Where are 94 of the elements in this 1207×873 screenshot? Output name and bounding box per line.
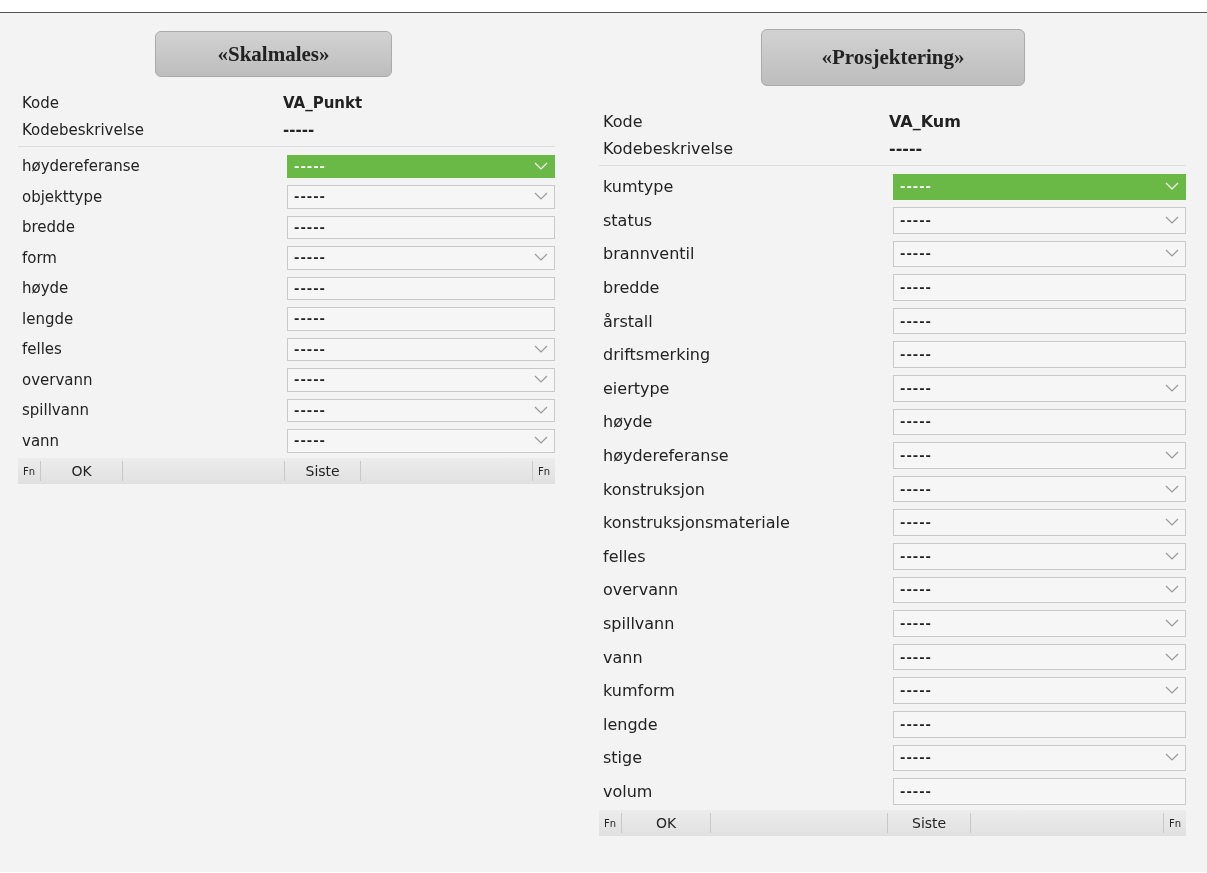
field-label: status <box>603 210 654 230</box>
chevron-down-icon <box>1165 551 1179 561</box>
field-label: spillvann <box>603 614 676 633</box>
code-label: Kode <box>21 93 61 112</box>
dropdown-field[interactable]: ----- <box>893 509 1186 537</box>
field-label: volum <box>603 782 654 801</box>
ok-button[interactable]: OK <box>622 815 711 832</box>
dropdown-field[interactable]: ----- <box>287 246 555 270</box>
title-button[interactable]: «Skalmales» <box>155 31 392 77</box>
input-field[interactable]: ----- <box>287 276 555 300</box>
field-label: eiertype <box>603 378 671 398</box>
chevron-down-icon <box>1165 753 1179 763</box>
chevron-down-icon <box>534 161 548 171</box>
fn-key[interactable]: Fn <box>18 465 41 477</box>
dropdown-field[interactable]: ----- <box>893 677 1186 704</box>
input-field[interactable]: ----- <box>893 341 1186 369</box>
field-label: felles <box>603 546 647 566</box>
field-label: vann <box>22 431 61 450</box>
code-label: Kode <box>602 112 644 131</box>
field-label: kumtype <box>603 177 675 197</box>
dropdown-field[interactable]: ----- <box>287 398 555 422</box>
chevron-down-icon <box>534 405 548 415</box>
description-value: ----- <box>889 139 923 158</box>
chevron-down-icon <box>1165 619 1179 628</box>
field-label: bredde <box>603 278 661 298</box>
chevron-down-icon <box>534 253 548 263</box>
chevron-down-icon <box>1165 518 1179 528</box>
chevron-down-icon <box>1165 484 1179 494</box>
chevron-down-icon <box>1165 585 1179 595</box>
dropdown-field[interactable]: ----- <box>893 442 1186 469</box>
field-label: driftsmerking <box>603 345 712 365</box>
code-value: VA_Kum <box>889 112 961 131</box>
field-label: kumform <box>603 681 676 701</box>
field-label: objekttype <box>22 187 104 206</box>
field-label: høydereferanse <box>603 446 730 466</box>
last-button[interactable]: Siste <box>888 815 971 832</box>
input-field[interactable]: ----- <box>893 274 1186 301</box>
dropdown-field[interactable]: ----- <box>893 475 1186 503</box>
last-button[interactable]: Siste <box>285 463 361 479</box>
fn-key[interactable]: Fn <box>1163 817 1186 829</box>
field-label: lengde <box>22 309 75 328</box>
field-label: brannventil <box>603 244 696 264</box>
field-label: høyde <box>603 412 654 432</box>
input-field[interactable]: ----- <box>287 215 555 239</box>
description-label: Kodebeskrivelse <box>21 120 145 139</box>
field-label: høyde <box>22 279 70 298</box>
field-label: felles <box>22 340 63 359</box>
description-label: Kodebeskrivelse <box>602 139 735 158</box>
field-label: høydereferanse <box>22 157 141 176</box>
title-button[interactable]: «Prosjektering» <box>761 29 1025 86</box>
chevron-down-icon <box>534 192 548 202</box>
chevron-down-icon <box>1165 686 1179 696</box>
input-field[interactable]: ----- <box>287 307 555 331</box>
field-label: bredde <box>22 218 76 237</box>
field-label: form <box>22 248 58 267</box>
fn-key[interactable]: Fn <box>532 465 555 477</box>
field-label: konstruksjon <box>603 479 706 499</box>
dropdown-field[interactable]: ----- <box>893 576 1186 604</box>
chevron-down-icon <box>534 375 548 385</box>
field-label: overvann <box>22 370 94 389</box>
dropdown-field[interactable]: ----- <box>287 368 555 392</box>
dropdown-field[interactable]: ----- <box>287 337 555 361</box>
chevron-down-icon <box>534 344 548 354</box>
chevron-down-icon <box>1165 451 1179 461</box>
code-value: VA_Punkt <box>283 93 363 112</box>
dropdown-field[interactable]: ----- <box>893 375 1186 402</box>
chevron-down-icon <box>1165 652 1179 662</box>
chevron-down-icon <box>1165 215 1179 225</box>
field-label: konstruksjonsmateriale <box>603 513 791 533</box>
dropdown-field[interactable]: ----- <box>893 643 1186 671</box>
fn-key[interactable]: Fn <box>599 817 622 829</box>
dropdown-field[interactable]: ----- <box>893 543 1186 570</box>
input-field[interactable]: ----- <box>893 778 1186 805</box>
field-label: spillvann <box>22 401 90 420</box>
input-field[interactable]: ----- <box>893 711 1186 738</box>
dropdown-field[interactable]: ----- <box>893 240 1186 268</box>
field-label: lengde <box>603 714 659 734</box>
dropdown-field[interactable]: ----- <box>893 207 1186 234</box>
chevron-down-icon <box>534 436 548 446</box>
dropdown-field[interactable]: ----- <box>893 744 1186 772</box>
field-label: stige <box>603 748 644 768</box>
field-label: overvann <box>603 580 680 600</box>
dropdown-field[interactable]: ----- <box>287 185 555 209</box>
dropdown-field[interactable]: ----- <box>893 610 1186 637</box>
input-field[interactable]: ----- <box>893 408 1186 436</box>
field-label: vann <box>603 647 644 667</box>
chevron-down-icon <box>1165 383 1179 393</box>
chevron-down-icon <box>1165 249 1179 259</box>
chevron-down-icon <box>1165 182 1179 192</box>
ok-button[interactable]: OK <box>41 463 123 479</box>
field-label: årstall <box>603 311 654 331</box>
input-field[interactable]: ----- <box>893 307 1186 335</box>
description-value: ----- <box>283 120 315 139</box>
dropdown-field[interactable]: ----- <box>287 429 555 453</box>
